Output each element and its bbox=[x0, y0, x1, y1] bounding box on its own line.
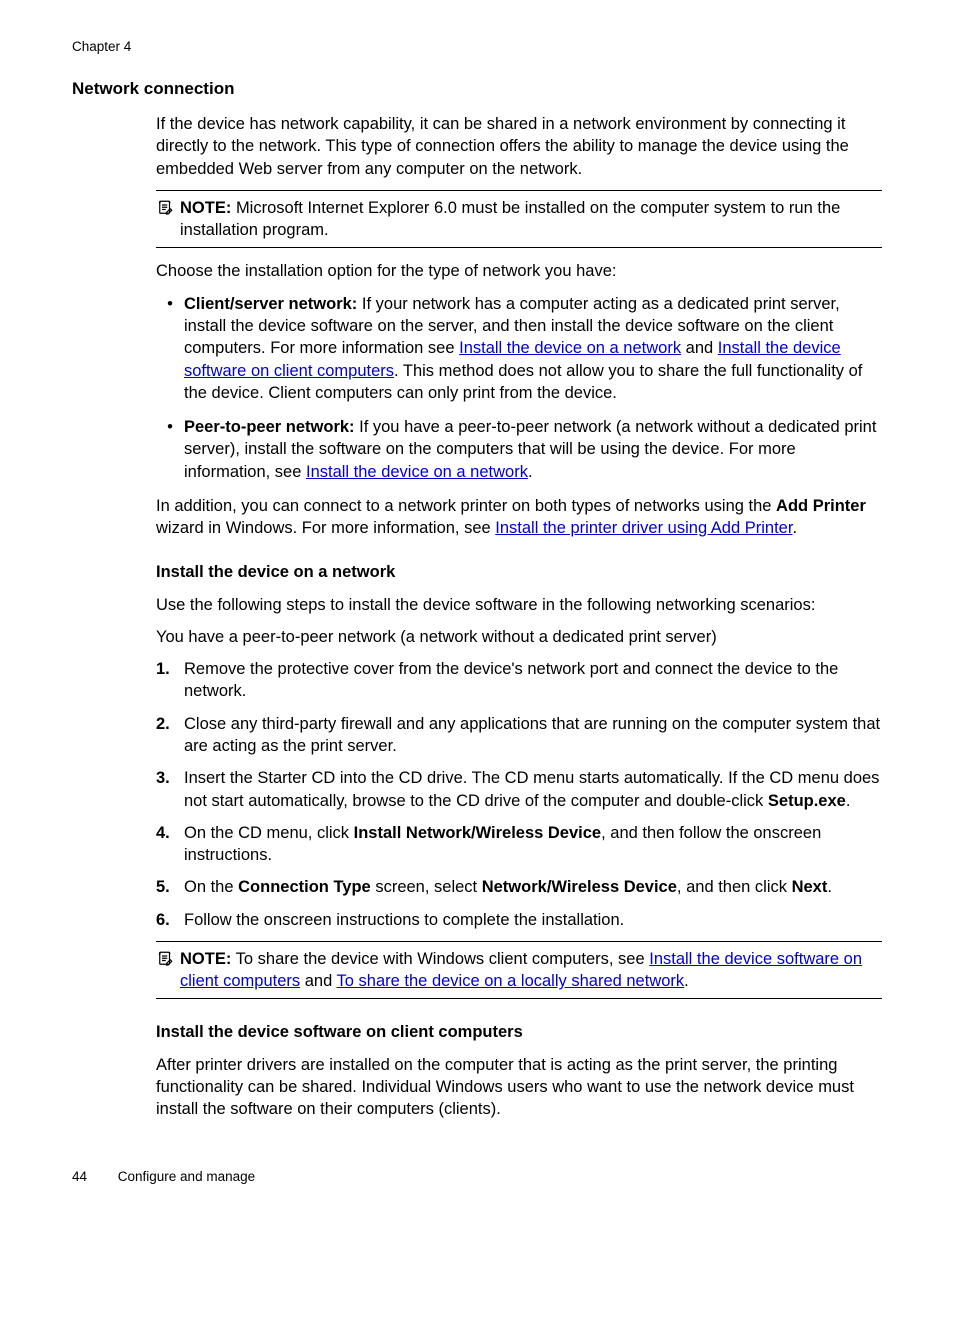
subheading-install-client: Install the device software on client co… bbox=[156, 1021, 882, 1043]
add-printer-paragraph: In addition, you can connect to a networ… bbox=[156, 495, 882, 540]
note-icon bbox=[156, 199, 174, 223]
install-network-p2: You have a peer-to-peer network (a netwo… bbox=[156, 626, 882, 648]
note2-mid: and bbox=[300, 972, 336, 990]
note-icon bbox=[156, 950, 174, 974]
step-3: Insert the Starter CD into the CD drive.… bbox=[184, 767, 882, 812]
section-title: Network connection bbox=[72, 78, 882, 101]
s5-post: , and then click bbox=[677, 878, 792, 896]
step-6: Follow the onscreen instructions to comp… bbox=[184, 909, 882, 931]
s5-b2: Network/Wireless Device bbox=[482, 878, 677, 896]
footer-title: Configure and manage bbox=[118, 1169, 255, 1184]
bullet-1-mid1: and bbox=[681, 339, 718, 357]
bullet-2-lead: Peer-to-peer network: bbox=[184, 418, 355, 436]
note-box-1: NOTE: Microsoft Internet Explorer 6.0 mu… bbox=[156, 190, 882, 249]
note2-post: . bbox=[684, 972, 689, 990]
s4-bold: Install Network/Wireless Device bbox=[354, 824, 601, 842]
s5-b3: Next bbox=[792, 878, 828, 896]
s4-pre: On the CD menu, click bbox=[184, 824, 354, 842]
step-number: 1. bbox=[156, 658, 184, 680]
subheading-install-network: Install the device on a network bbox=[156, 561, 882, 583]
bullet-marker: • bbox=[156, 416, 184, 438]
bullet-2-post: . bbox=[528, 463, 533, 481]
addprinter-bold: Add Printer bbox=[776, 497, 866, 515]
intro-paragraph: If the device has network capability, it… bbox=[156, 113, 882, 180]
page-number: 44 bbox=[72, 1168, 114, 1186]
note-label: NOTE: bbox=[180, 199, 231, 217]
bullet-2: Peer-to-peer network: If you have a peer… bbox=[184, 416, 882, 483]
install-network-p1: Use the following steps to install the d… bbox=[156, 594, 882, 616]
step-number: 2. bbox=[156, 713, 184, 735]
s5-pre: On the bbox=[184, 878, 238, 896]
page-footer: 44 Configure and manage bbox=[72, 1168, 882, 1186]
link-install-network-1[interactable]: Install the device on a network bbox=[459, 339, 681, 357]
link-add-printer[interactable]: Install the printer driver using Add Pri… bbox=[495, 519, 792, 537]
step-number: 5. bbox=[156, 876, 184, 898]
step-number: 3. bbox=[156, 767, 184, 789]
addprinter-pre: In addition, you can connect to a networ… bbox=[156, 497, 776, 515]
s3-post: . bbox=[846, 792, 851, 810]
step-5: On the Connection Type screen, select Ne… bbox=[184, 876, 882, 898]
note1-text: Microsoft Internet Explorer 6.0 must be … bbox=[180, 199, 840, 239]
choose-paragraph: Choose the installation option for the t… bbox=[156, 260, 882, 282]
step-2: Close any third-party firewall and any a… bbox=[184, 713, 882, 758]
note-box-2: NOTE: To share the device with Windows c… bbox=[156, 941, 882, 1000]
step-number: 4. bbox=[156, 822, 184, 844]
note2-pre: To share the device with Windows client … bbox=[236, 950, 650, 968]
bullet-marker: • bbox=[156, 293, 184, 315]
step-number: 6. bbox=[156, 909, 184, 931]
addprinter-post: . bbox=[792, 519, 797, 537]
bullet-1: Client/server network: If your network h… bbox=[184, 293, 882, 404]
link-install-network-2[interactable]: Install the device on a network bbox=[306, 463, 528, 481]
install-client-p1: After printer drivers are installed on t… bbox=[156, 1054, 882, 1121]
s5-end: . bbox=[827, 878, 832, 896]
s3-bold: Setup.exe bbox=[768, 792, 846, 810]
link-share-locally[interactable]: To share the device on a locally shared … bbox=[337, 972, 685, 990]
chapter-header: Chapter 4 bbox=[72, 38, 882, 56]
step-1: Remove the protective cover from the dev… bbox=[184, 658, 882, 703]
note-label: NOTE: bbox=[180, 950, 231, 968]
s5-b1: Connection Type bbox=[238, 878, 371, 896]
bullet-1-lead: Client/server network: bbox=[184, 295, 357, 313]
addprinter-mid: wizard in Windows. For more information,… bbox=[156, 519, 495, 537]
step-4: On the CD menu, click Install Network/Wi… bbox=[184, 822, 882, 867]
s5-mid: screen, select bbox=[371, 878, 482, 896]
